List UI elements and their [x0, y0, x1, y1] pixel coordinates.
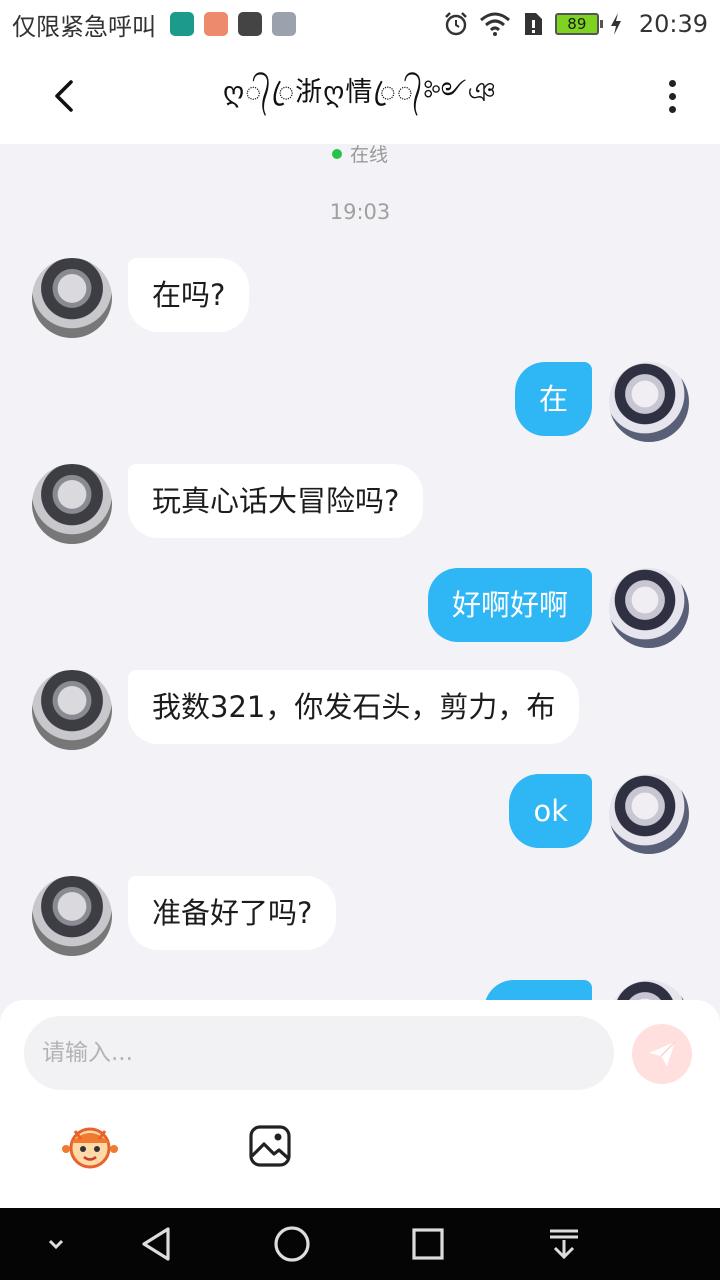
- send-button[interactable]: [632, 1024, 692, 1084]
- outgoing-message-partial[interactable]: [484, 980, 592, 1000]
- app-notification-icon: [170, 12, 194, 36]
- no-sim-icon: [524, 13, 542, 35]
- carrier-text: 仅限紧急呼叫: [12, 12, 156, 41]
- hide-nav-button[interactable]: [34, 1222, 78, 1266]
- circle-home-icon: [274, 1226, 310, 1262]
- wifi-icon: [479, 12, 510, 36]
- notification-icons: [170, 12, 296, 36]
- image-picker-icon: [249, 1125, 291, 1167]
- qr-notification-icon: [238, 12, 262, 36]
- message-input[interactable]: [24, 1016, 614, 1090]
- contact-avatar[interactable]: [32, 876, 112, 956]
- back-nav-button[interactable]: [134, 1222, 178, 1266]
- incoming-message[interactable]: 在吗?: [128, 258, 250, 332]
- image-button[interactable]: [240, 1116, 300, 1176]
- message-list[interactable]: 19:03 在吗? 在 玩真心话大冒险吗? 好啊好啊 我数321，你发石头，剪力…: [0, 144, 720, 1000]
- contact-avatar[interactable]: [32, 258, 112, 338]
- my-avatar[interactable]: [609, 980, 689, 1000]
- incoming-message[interactable]: 准备好了吗?: [128, 876, 337, 950]
- contact-name: ღ᭄ꦿ浙ღ情ꦿ᭄༻ঞ: [223, 77, 497, 108]
- charging-icon: [610, 13, 621, 35]
- incoming-message[interactable]: 玩真心话大冒险吗?: [128, 464, 424, 538]
- more-options-button[interactable]: [650, 74, 694, 118]
- gallery-notification-icon: [272, 12, 296, 36]
- more-vertical-icon: [668, 79, 676, 87]
- battery-icon: 89: [554, 13, 603, 35]
- mascot-sticker-icon: [62, 1127, 118, 1169]
- recents-nav-button[interactable]: [406, 1222, 450, 1266]
- my-avatar[interactable]: [609, 568, 689, 648]
- chat-header: ღ᭄ꦿ浙ღ情ꦿ᭄༻ঞ 在线: [0, 48, 720, 166]
- outgoing-message[interactable]: 好啊好啊: [427, 568, 592, 642]
- mail-notification-icon: [204, 12, 228, 36]
- status-bar: 仅限紧急呼叫 89 20:39: [0, 0, 720, 48]
- incoming-message[interactable]: 我数321，你发石头，剪力，布: [128, 670, 580, 744]
- my-avatar[interactable]: [609, 362, 689, 442]
- square-recents-icon: [412, 1228, 444, 1260]
- paper-plane-icon: [649, 1041, 676, 1066]
- chevron-down-icon: [48, 1239, 64, 1250]
- triangle-back-icon: [142, 1227, 170, 1261]
- chevron-left-icon: [55, 80, 73, 112]
- notifications-nav-button[interactable]: [542, 1222, 586, 1266]
- back-button[interactable]: [36, 68, 92, 124]
- contact-avatar[interactable]: [32, 670, 112, 750]
- pull-down-icon: [550, 1229, 578, 1260]
- navigation-bar: [0, 1208, 720, 1280]
- chat-timestamp: 19:03: [329, 200, 391, 224]
- contact-avatar[interactable]: [32, 464, 112, 544]
- home-nav-button[interactable]: [270, 1222, 314, 1266]
- composer: [0, 1000, 720, 1208]
- status-time: 20:39: [638, 10, 708, 38]
- alarm-icon: [444, 12, 467, 36]
- outgoing-message[interactable]: ok: [509, 774, 592, 848]
- outgoing-message[interactable]: 在: [514, 362, 592, 436]
- sticker-button[interactable]: [60, 1116, 120, 1176]
- my-avatar[interactable]: [609, 774, 689, 854]
